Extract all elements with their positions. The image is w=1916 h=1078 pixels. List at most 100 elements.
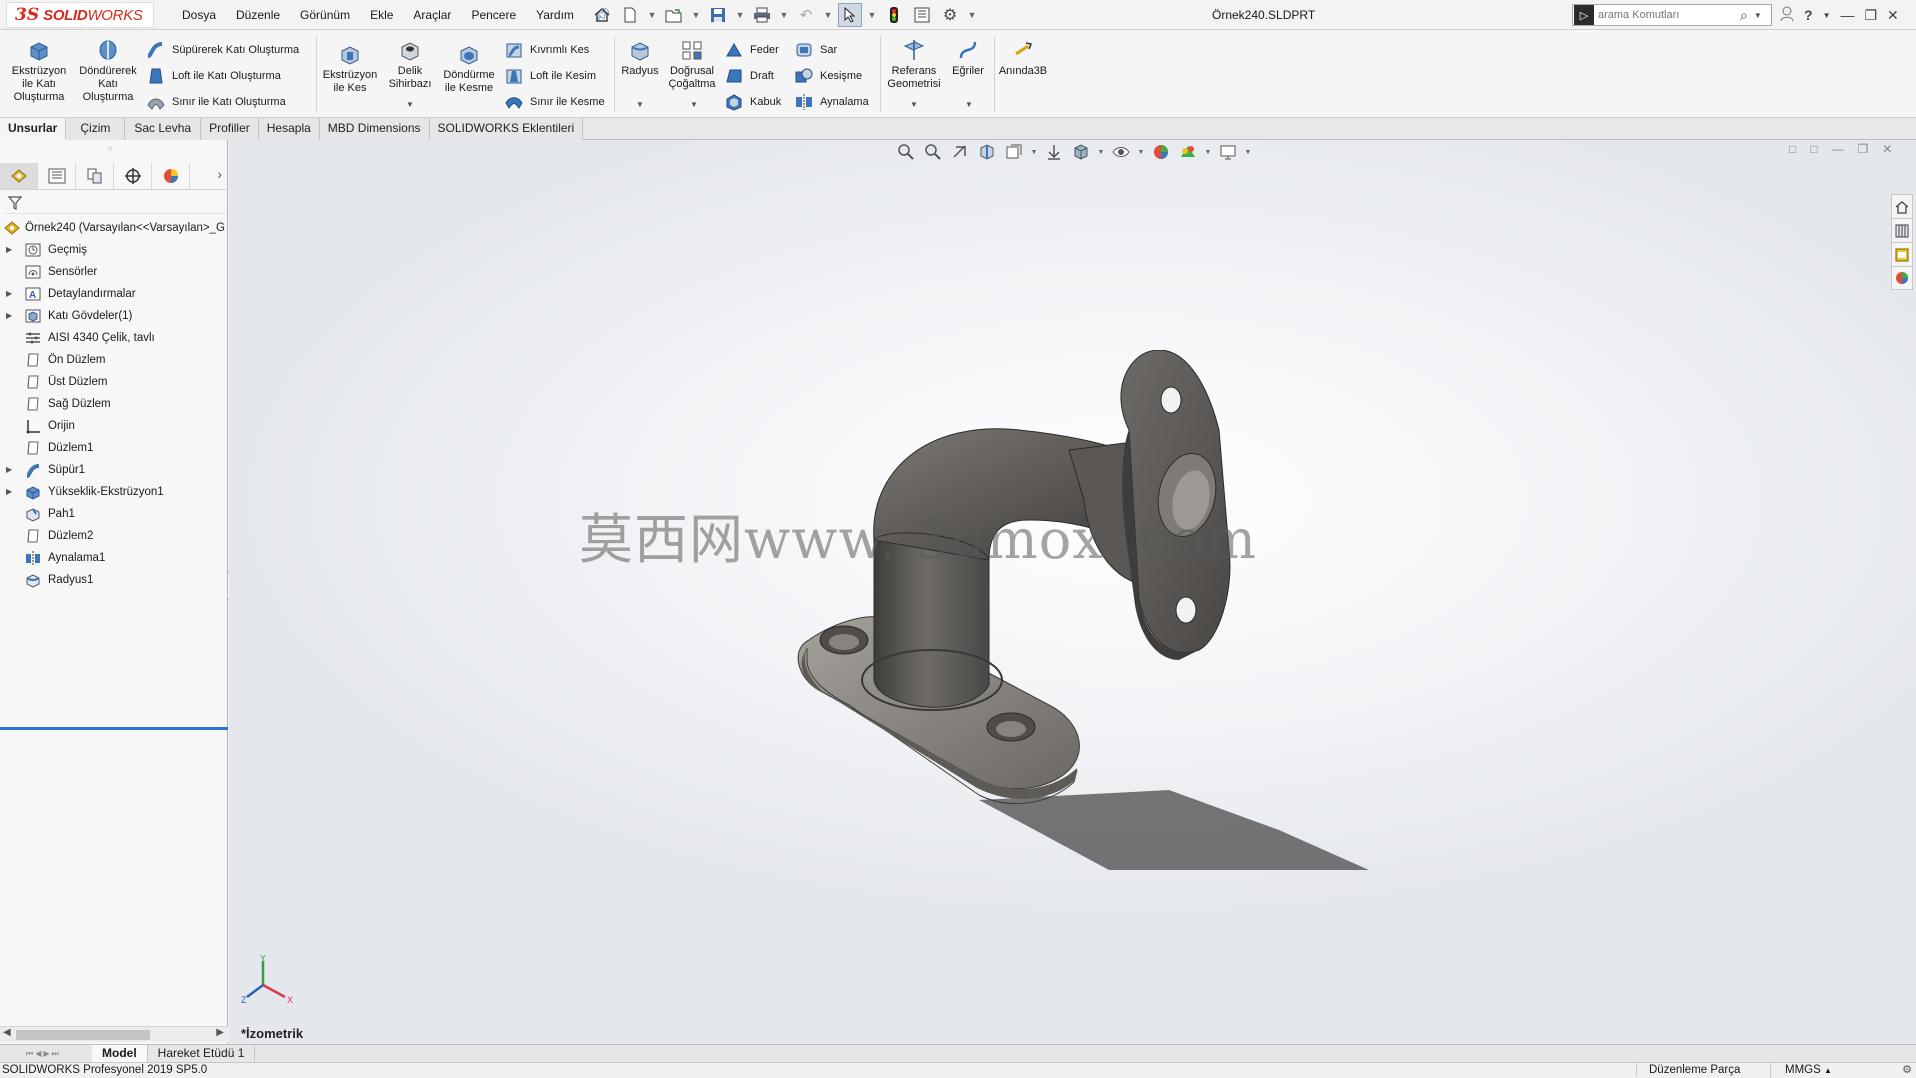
panel-grip-icon[interactable]: ○ <box>108 144 113 153</box>
tree-item-7[interactable]: Üst Düzlem <box>0 371 228 393</box>
traffic-light-icon[interactable] <box>882 3 906 27</box>
tree-item-16[interactable]: Radyus1 <box>0 569 228 591</box>
tree-item-10[interactable]: Düzlem1 <box>0 437 228 459</box>
curves-dropdown-icon[interactable]: ▼ <box>965 100 973 109</box>
tab-profiller[interactable]: Profiller <box>201 118 259 140</box>
expand-arrow-icon[interactable]: ▶ <box>6 283 12 305</box>
reference-geometry-dropdown-icon[interactable]: ▼ <box>910 100 918 109</box>
search-icon[interactable]: ⌕ <box>1740 7 1748 24</box>
tree-item-15[interactable]: Aynalama1 <box>0 547 228 569</box>
close-icon[interactable]: ✕ <box>1887 7 1899 24</box>
tree-item-13[interactable]: Pah1 <box>0 503 228 525</box>
first-tab-icon[interactable]: ⏮︎ <box>26 1049 33 1059</box>
home-icon[interactable] <box>590 3 614 27</box>
user-account-icon[interactable] <box>1780 6 1794 25</box>
curves-button[interactable]: Eğriler <box>946 38 990 78</box>
rib-button[interactable]: Feder <box>724 39 779 61</box>
hole-wizard-dropdown-icon[interactable]: ▼ <box>406 100 414 109</box>
menu-yardim[interactable]: Yardım <box>526 0 584 30</box>
design-library-icon[interactable] <box>1891 218 1913 242</box>
doc-minimize-icon[interactable]: — <box>1832 142 1844 156</box>
solidworks-resources-icon[interactable] <box>1891 194 1913 218</box>
options-dropdown-icon[interactable]: ▼ <box>966 3 978 27</box>
zoom-to-fit-icon[interactable] <box>895 141 917 163</box>
menu-gorunum[interactable]: Görünüm <box>290 0 360 30</box>
tab-motion-study-1[interactable]: Hareket Etüdü 1 <box>148 1045 256 1062</box>
hole-wizard-button[interactable]: Delik Sihirbazı <box>384 38 436 91</box>
sweep-boss-button[interactable]: Süpürerek Katı Oluşturma <box>146 39 299 61</box>
menu-duzenle[interactable]: Düzenle <box>226 0 290 30</box>
configuration-manager-tab-icon[interactable] <box>76 162 114 189</box>
file-explorer-icon[interactable] <box>1891 242 1913 266</box>
restore-icon[interactable]: ❐ <box>1864 7 1877 24</box>
menu-araclar[interactable]: Araçlar <box>403 0 461 30</box>
boundary-boss-button[interactable]: Sınır ile Katı Oluşturma <box>146 91 286 113</box>
view-settings-dropdown-icon[interactable]: ▼ <box>1244 141 1252 163</box>
minimize-icon[interactable]: — <box>1840 7 1854 23</box>
section-view-icon[interactable] <box>976 141 998 163</box>
instant3d-button[interactable]: Anında3B <box>996 38 1050 78</box>
panel-horizontal-scrollbar[interactable]: ◀ ▶ <box>0 1026 228 1042</box>
new-document-icon[interactable] <box>618 3 642 27</box>
tab-nav-arrows[interactable]: ⏮︎ ◀ ▶ ⏭︎ <box>0 1046 92 1062</box>
tab-unsurlar[interactable]: Unsurlar <box>0 118 67 140</box>
tree-filter[interactable] <box>4 192 226 214</box>
tab-sac-levha[interactable]: Sac Levha <box>125 118 202 140</box>
section-dropdown-icon[interactable]: ▼ <box>1030 141 1038 163</box>
tab-hesapla[interactable]: Hesapla <box>258 118 320 140</box>
undo-icon[interactable]: ↶ <box>794 3 818 27</box>
part-model-elbow-flange[interactable] <box>689 350 1509 870</box>
tree-item-14[interactable]: Düzlem2 <box>0 525 228 547</box>
previous-view-icon[interactable] <box>949 141 971 163</box>
view-settings-icon[interactable] <box>1217 141 1239 163</box>
tree-item-4[interactable]: ▶ Katı Gövdeler(1) <box>0 305 228 327</box>
solidworks-logo[interactable]: 3S SOLIDWORKS <box>6 2 154 28</box>
tree-item-6[interactable]: Ön Düzlem <box>0 349 228 371</box>
print-dropdown-icon[interactable]: ▼ <box>778 3 790 27</box>
help-icon[interactable]: ? <box>1804 7 1813 23</box>
view-orientation-icon[interactable] <box>1043 141 1065 163</box>
filter-icon[interactable] <box>7 195 23 211</box>
dynamic-annotation-icon[interactable] <box>1003 141 1025 163</box>
tab-cizim[interactable]: Çizim <box>66 118 126 140</box>
doc-restore-icon[interactable]: ❐ <box>1858 142 1869 156</box>
extrude-cut-button[interactable]: Ekstrüzyon ile Kes <box>318 42 382 95</box>
draft-button[interactable]: Draft <box>724 65 774 87</box>
expand-arrow-icon[interactable]: ▶ <box>6 305 12 327</box>
search-input[interactable] <box>1598 9 1738 21</box>
feature-manager-tab-icon[interactable] <box>0 162 38 189</box>
tree-root-part[interactable]: Örnek240 (Varsayılan<<Varsayılan>_G <box>0 217 228 239</box>
next-tab-icon[interactable]: ▶ <box>43 1049 49 1058</box>
reference-triad[interactable]: Y X Z <box>241 955 301 1015</box>
extrude-boss-button[interactable]: Ekstrüzyon ile Katı Oluşturma <box>6 38 72 104</box>
scroll-left-icon[interactable]: ◀ <box>3 1027 11 1038</box>
loft-boss-button[interactable]: Loft ile Katı Oluşturma <box>146 65 281 87</box>
help-dropdown-icon[interactable]: ▼ <box>1823 11 1831 20</box>
property-manager-tab-icon[interactable] <box>38 162 76 189</box>
tree-item-8[interactable]: Sağ Düzlem <box>0 393 228 415</box>
wrap-button[interactable]: Sar <box>794 39 837 61</box>
tab-solidworks-eklentileri[interactable]: SOLIDWORKS Eklentileri <box>429 118 584 140</box>
expand-arrow-icon[interactable]: ▶ <box>6 481 12 503</box>
save-icon[interactable] <box>706 3 730 27</box>
collapse-right-icon[interactable]: □ <box>1810 142 1817 156</box>
tab-mbd-dimensions[interactable]: MBD Dimensions <box>319 118 430 140</box>
swept-cut-button[interactable]: Kıvrımlı Kes <box>504 39 589 61</box>
fillet-button[interactable]: Radyus <box>616 38 664 78</box>
linear-pattern-dropdown-icon[interactable]: ▼ <box>690 100 698 109</box>
shell-button[interactable]: Kabuk <box>724 91 781 113</box>
save-dropdown-icon[interactable]: ▼ <box>734 3 746 27</box>
tree-item-9[interactable]: Orijin <box>0 415 228 437</box>
select-dropdown-icon[interactable]: ▼ <box>866 3 878 27</box>
scroll-right-icon[interactable]: ▶ <box>216 1027 224 1038</box>
rollback-bar[interactable] <box>0 727 228 730</box>
boundary-cut-button[interactable]: Sınır ile Kesme <box>504 91 605 113</box>
print-icon[interactable] <box>750 3 774 27</box>
intersect-button[interactable]: Kesişme <box>794 65 862 87</box>
doc-close-icon[interactable]: ✕ <box>1882 142 1892 156</box>
command-search-box[interactable]: ▷ ⌕ ▼ <box>1572 4 1772 26</box>
undo-dropdown-icon[interactable]: ▼ <box>822 3 834 27</box>
tree-item-2[interactable]: Sensörler <box>0 261 228 283</box>
display-style-icon[interactable] <box>1070 141 1092 163</box>
menu-ekle[interactable]: Ekle <box>360 0 403 30</box>
